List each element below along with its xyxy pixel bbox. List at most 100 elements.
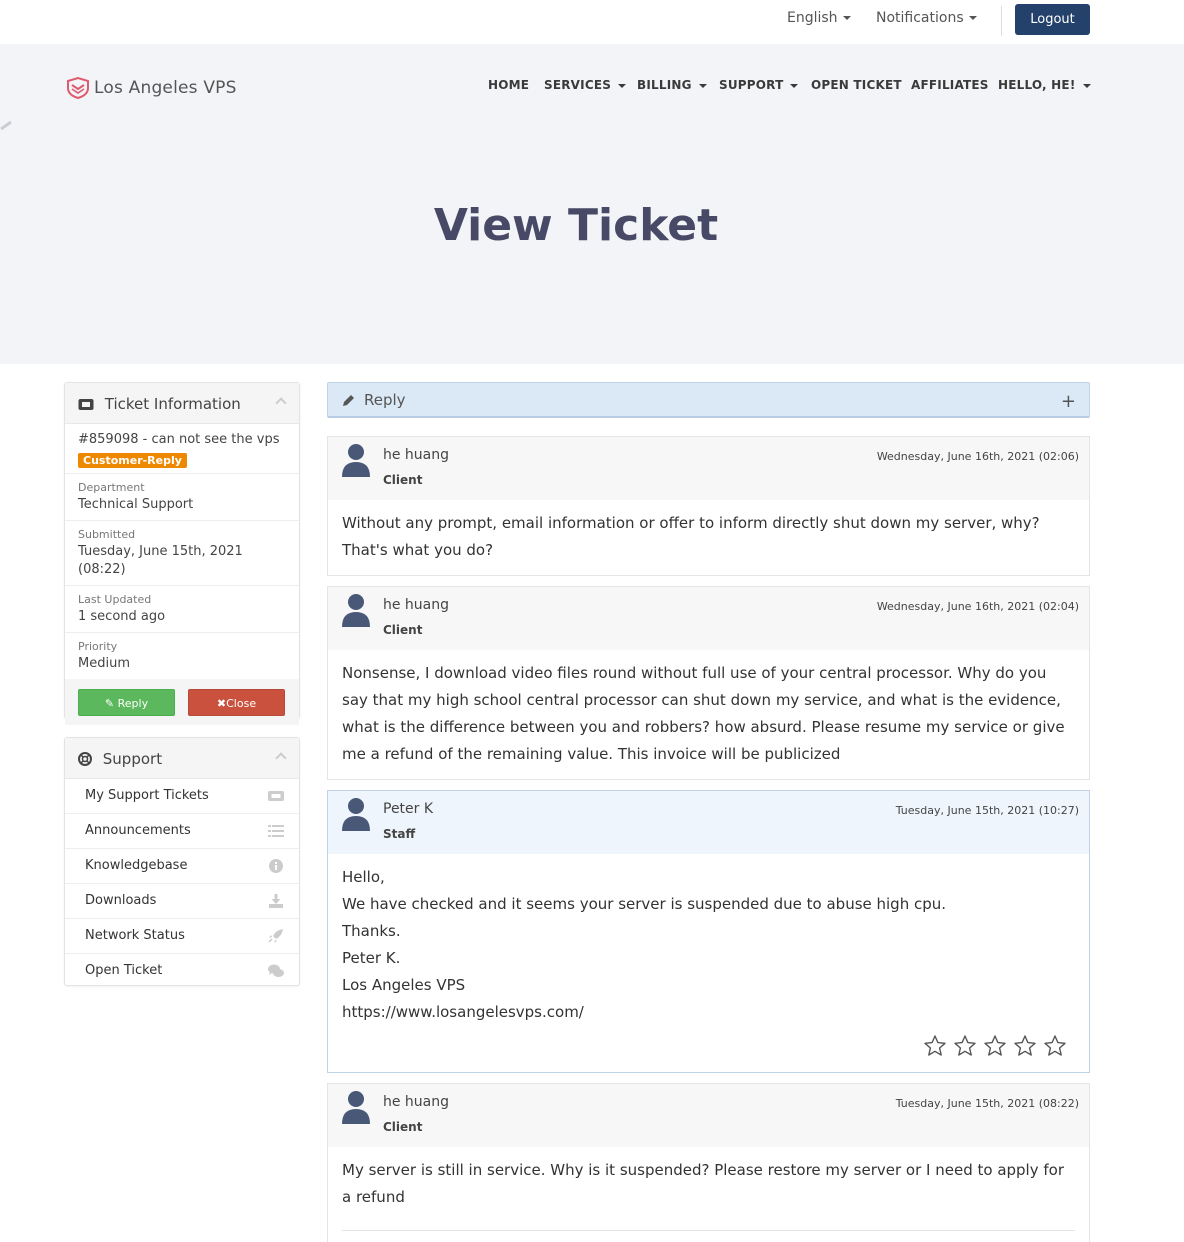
star-icon[interactable] [1013, 1034, 1037, 1058]
language-dropdown[interactable]: English [787, 10, 851, 26]
ticket-subject-row: #859098 - can not see the vps Customer-R… [65, 424, 299, 474]
rocket-icon [268, 929, 283, 943]
support-item-label: Network Status [85, 928, 185, 943]
nav-support[interactable]: SUPPORT [719, 78, 799, 92]
department-value: Technical Support [78, 497, 194, 512]
reply-button-label: Reply [117, 697, 149, 710]
caret-down-icon [790, 83, 799, 88]
message-line: Peter K. [342, 949, 401, 967]
support-item-network-status[interactable]: Network Status [65, 919, 299, 954]
user-avatar-icon [342, 1091, 370, 1124]
priority-value: Medium [78, 656, 130, 671]
download-icon [269, 894, 283, 908]
message-body: Nonsense, I download video files round w… [328, 650, 1089, 774]
support-item-label: Announcements [85, 823, 191, 838]
list-icon [268, 825, 284, 837]
support-item-label: Knowledgebase [85, 858, 188, 873]
nav-label: HELLO, HE! [998, 78, 1076, 92]
ticket-message: he huang Client Wednesday, June 16th, 20… [327, 436, 1090, 576]
user-avatar-icon [342, 444, 370, 477]
nav-label: OPEN TICKET [811, 78, 902, 92]
submitted-label: Submitted [78, 528, 136, 541]
message-link[interactable]: https://www.losangelesvps.com/ [342, 999, 1075, 1026]
plus-icon[interactable]: + [1061, 393, 1076, 411]
nav-label: HOME [488, 78, 530, 92]
ticket-actions: ✎ Reply ✖Close [65, 679, 299, 725]
brand-name: Los Angeles VPS [94, 78, 237, 98]
support-item-knowledgebase[interactable]: Knowledgebase [65, 849, 299, 884]
message-header: he huang Client Wednesday, June 16th, 20… [328, 437, 1089, 500]
updated-label: Last Updated [78, 593, 152, 606]
nav-home[interactable]: HOME [488, 78, 529, 92]
reply-toggle-bar[interactable]: Reply + [327, 382, 1090, 418]
pencil-icon: ✎ [104, 697, 115, 710]
department-row: Department Technical Support [65, 474, 299, 521]
nav-label: BILLING [637, 78, 692, 92]
close-icon: ✖ [216, 697, 227, 710]
notifications-dropdown[interactable]: Notifications [876, 10, 977, 26]
priority-row: Priority Medium [65, 633, 299, 679]
close-button-label: Close [226, 697, 257, 710]
panel-title: Ticket Information [104, 395, 241, 413]
message-body: Without any prompt, email information or… [328, 500, 1089, 570]
updated-row: Last Updated 1 second ago [65, 586, 299, 633]
message-header: he huang Client Tuesday, June 15th, 2021… [328, 1084, 1089, 1147]
message-date: Tuesday, June 15th, 2021 (08:22) [895, 1097, 1079, 1110]
star-icon[interactable] [1043, 1034, 1067, 1058]
message-body: My server is still in service. Why is it… [328, 1147, 1089, 1217]
support-item-label: Downloads [85, 893, 157, 908]
message-body: Hello, We have checked and it seems your… [328, 854, 1089, 1032]
support-item-my-tickets[interactable]: My Support Tickets [65, 779, 299, 814]
pencil-icon [343, 395, 354, 406]
nav-services[interactable]: SERVICES [544, 78, 627, 92]
nav-label: SUPPORT [719, 78, 784, 92]
message-date: Wednesday, June 16th, 2021 (02:04) [876, 600, 1079, 613]
message-author: Peter K [383, 801, 434, 817]
caret-down-icon [968, 16, 977, 20]
submitted-row: Submitted Tuesday, June 15th, 2021 (08:2… [65, 521, 299, 586]
ticket-info-header[interactable]: Ticket Information [65, 383, 299, 424]
star-icon[interactable] [953, 1034, 977, 1058]
rating-stars[interactable] [923, 1034, 1067, 1058]
ticket-icon [268, 791, 284, 801]
star-icon[interactable] [923, 1034, 947, 1058]
support-header[interactable]: Support [65, 738, 299, 779]
divider [342, 1230, 1075, 1231]
caret-down-icon [1082, 83, 1091, 88]
reply-button[interactable]: ✎ Reply [78, 689, 175, 716]
support-item-open-ticket[interactable]: Open Ticket [65, 954, 299, 989]
close-ticket-button[interactable]: ✖Close [188, 689, 285, 716]
star-icon[interactable] [983, 1034, 1007, 1058]
message-role: Client [383, 623, 423, 637]
message-header: he huang Client Wednesday, June 16th, 20… [328, 587, 1089, 650]
chevron-up-icon[interactable] [275, 752, 287, 764]
logout-button[interactable]: Logout [1015, 4, 1090, 35]
nav-affiliates[interactable]: AFFILIATES [911, 78, 989, 92]
status-badge: Customer-Reply [78, 453, 187, 468]
message-line: Hello, [342, 868, 385, 886]
nav-billing[interactable]: BILLING [637, 78, 707, 92]
priority-label: Priority [78, 640, 118, 653]
support-item-announcements[interactable]: Announcements [65, 814, 299, 849]
message-role: Client [383, 1120, 423, 1134]
support-item-downloads[interactable]: Downloads [65, 884, 299, 919]
caret-down-icon [842, 16, 851, 20]
department-label: Department [78, 481, 145, 494]
ticket-info-panel: Ticket Information #859098 - can not see… [64, 382, 300, 725]
brand-logo[interactable]: Los Angeles VPS [66, 76, 237, 100]
nav-account[interactable]: HELLO, HE! [998, 78, 1091, 92]
message-date: Tuesday, June 15th, 2021 (10:27) [895, 804, 1079, 817]
message-line: Los Angeles VPS [342, 976, 466, 994]
info-icon [269, 859, 283, 873]
nav-open-ticket[interactable]: OPEN TICKET [811, 78, 902, 92]
message-author: he huang [383, 597, 450, 613]
submitted-value: Tuesday, June 15th, 2021 (08:22) [78, 544, 243, 577]
message-line: Nonsense, I download video files round w… [342, 664, 1065, 763]
divider [1001, 6, 1002, 36]
notifications-label: Notifications [876, 10, 964, 26]
comments-icon [268, 964, 284, 977]
updated-value: 1 second ago [78, 609, 166, 624]
chevron-up-icon[interactable] [275, 397, 287, 409]
nav-label: AFFILIATES [911, 78, 989, 92]
shield-logo-icon [67, 76, 89, 100]
